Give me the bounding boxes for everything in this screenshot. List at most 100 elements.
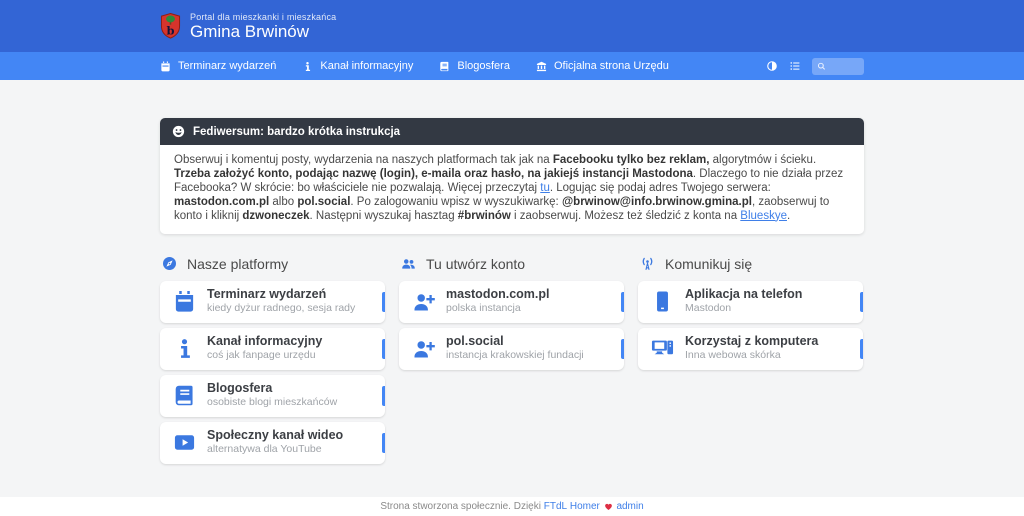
text: i zaobserwuj. Możesz też śledzić z konta… — [511, 210, 740, 222]
card-accent-bar — [382, 433, 385, 453]
card-list: Terminarz wydarzeń kiedy dyżur radnego, … — [160, 281, 385, 464]
main-content: Fediwersum: bardzo krótka instrukcja Obs… — [0, 80, 1024, 497]
column-header: Nasze platformy — [162, 256, 385, 272]
card-pol-social[interactable]: pol.social instancja krakowskiej fundacj… — [399, 328, 624, 370]
calendar-icon — [160, 61, 171, 72]
info-icon — [302, 61, 313, 72]
nav-link-label: Oficjalna strona Urzędu — [554, 60, 669, 72]
text: Obserwuj i komentuj posty, wydarzenia na… — [174, 154, 553, 166]
users-icon — [401, 256, 416, 271]
text: algorytmów i ścieku. — [709, 154, 816, 166]
card-title: Kanał informacyjny — [207, 334, 322, 349]
card-kanal-informacyjny[interactable]: Kanał informacyjny coś jak fanpage urzęd… — [160, 328, 385, 370]
card-title: Korzystaj z komputera — [685, 334, 818, 349]
heart-icon — [604, 502, 613, 511]
youtube-icon — [173, 431, 196, 454]
footer-text: Strona stworzona społecznie. Dzięki FTdL… — [380, 501, 643, 512]
text: . Logując się podaj adres Twojego serwer… — [550, 182, 771, 194]
message-header: Fediwersum: bardzo krótka instrukcja — [160, 118, 864, 145]
nav-link-label: Blogosfera — [457, 60, 510, 72]
card-title: Blogosfera — [207, 381, 337, 396]
card-accent-bar — [860, 339, 863, 359]
bold-text: pol.social — [297, 196, 350, 208]
desktop-icon — [651, 337, 674, 360]
nav-link-oficjalna-strona-urzedu[interactable]: Oficjalna strona Urzędu — [536, 60, 669, 72]
card-title: mastodon.com.pl — [446, 287, 549, 302]
column-title: Tu utwórz konto — [426, 256, 525, 272]
search-box[interactable] — [812, 58, 864, 75]
card-subtitle: osobiste blogi mieszkańców — [207, 396, 337, 409]
text: . Następni wyszukaj hasztag — [310, 210, 458, 222]
search-icon — [817, 62, 826, 71]
search-input[interactable] — [830, 61, 859, 72]
header-pretitle: Portal dla mieszkanki i mieszkańca — [190, 12, 336, 22]
card-accent-bar — [382, 292, 385, 312]
link-ftdl[interactable]: FTdL — [544, 501, 567, 512]
column-header: Tu utwórz konto — [401, 256, 624, 272]
column-title: Komunikuj się — [665, 256, 752, 272]
card-accent-bar — [382, 339, 385, 359]
card-accent-bar — [621, 292, 624, 312]
column-header: Komunikuj się — [640, 256, 863, 272]
card-spoleczny-kanal-wideo[interactable]: Społeczny kanał wideo alternatywa dla Yo… — [160, 422, 385, 464]
card-subtitle: kiedy dyżur radnego, sesja rady — [207, 302, 355, 315]
card-aplikacja-na-telefon[interactable]: Aplikacja na telefon Mastodon — [638, 281, 863, 323]
user-plus-icon — [412, 337, 435, 360]
card-subtitle: Mastodon — [685, 302, 802, 315]
card-title: Społeczny kanał wideo — [207, 428, 343, 443]
card-accent-bar — [860, 292, 863, 312]
column-tu-utworz-konto: Tu utwórz konto mastodon.com.pl polska i… — [399, 256, 624, 464]
text: albo — [269, 196, 297, 208]
text: Strona stworzona społecznie. Dzięki — [380, 501, 543, 512]
card-subtitle: instancja krakowskiej fundacji — [446, 349, 584, 362]
link-tu[interactable]: tu — [540, 182, 550, 194]
card-terminarz-wydarzen[interactable]: Terminarz wydarzeń kiedy dyżur radnego, … — [160, 281, 385, 323]
bold-text: mastodon.com.pl — [174, 196, 269, 208]
card-subtitle: polska instancja — [446, 302, 549, 315]
message-body: Obserwuj i komentuj posty, wydarzenia na… — [160, 145, 864, 234]
card-subtitle: alternatywa dla YouTube — [207, 443, 343, 456]
bold-text: #brwinów — [458, 210, 511, 222]
card-blogosfera[interactable]: Blogosfera osobiste blogi mieszkańców — [160, 375, 385, 417]
card-list: mastodon.com.pl polska instancja pol.soc… — [399, 281, 624, 370]
nav-link-kanal-informacyjny[interactable]: Kanał informacyjny — [302, 60, 413, 72]
card-subtitle: Inna webowa skórka — [685, 349, 818, 362]
service-columns: Nasze platformy Terminarz wydarzeń kiedy… — [160, 256, 864, 464]
navbar: Terminarz wydarzeń Kanał informacyjny Bl… — [0, 52, 1024, 80]
header-title-block: Portal dla mieszkanki i mieszkańca Gmina… — [190, 12, 336, 41]
brwinow-crest-logo: b — [160, 12, 181, 40]
nav-link-label: Terminarz wydarzeń — [178, 60, 276, 72]
message-panel: Fediwersum: bardzo krótka instrukcja Obs… — [160, 118, 864, 234]
book-icon — [173, 384, 196, 407]
bold-text: dzwoneczek — [242, 210, 309, 222]
column-nasze-platformy: Nasze platformy Terminarz wydarzeń kiedy… — [160, 256, 385, 464]
card-title: pol.social — [446, 334, 584, 349]
card-mastodon-com-pl[interactable]: mastodon.com.pl polska instancja — [399, 281, 624, 323]
card-subtitle: coś jak fanpage urzędu — [207, 349, 322, 362]
calendar-icon — [173, 290, 196, 313]
card-korzystaj-z-komputera[interactable]: Korzystaj z komputera Inna webowa skórka — [638, 328, 863, 370]
card-accent-bar — [621, 339, 624, 359]
card-title: Aplikacja na telefon — [685, 287, 802, 302]
nav-links: Terminarz wydarzeń Kanał informacyjny Bl… — [160, 52, 695, 80]
mobile-icon — [651, 290, 674, 313]
message-title: Fediwersum: bardzo krótka instrukcja — [193, 126, 400, 138]
column-komunikuj-sie: Komunikuj się Aplikacja na telefon Masto… — [638, 256, 863, 464]
card-list: Aplikacja na telefon Mastodon Korzystaj … — [638, 281, 863, 370]
nav-link-terminarz-wydarzen[interactable]: Terminarz wydarzeń — [160, 60, 276, 72]
bank-icon — [536, 61, 547, 72]
broadcast-tower-icon — [640, 256, 655, 271]
user-plus-icon — [412, 290, 435, 313]
bold-text: @brwinow@info.brwinow.gmina.pl — [562, 196, 752, 208]
link-admin[interactable]: admin — [616, 501, 643, 512]
nav-link-blogosfera[interactable]: Blogosfera — [439, 60, 510, 72]
nav-link-label: Kanał informacyjny — [320, 60, 413, 72]
info-icon — [173, 337, 196, 360]
text — [600, 501, 603, 512]
site-header: b Portal dla mieszkanki i mieszkańca Gmi… — [0, 0, 1024, 52]
layout-toggle[interactable] — [789, 60, 801, 72]
link-homer[interactable]: Homer — [570, 501, 600, 512]
dark-mode-toggle[interactable] — [766, 60, 778, 72]
link-blueskye[interactable]: Blueskye — [740, 210, 787, 222]
card-accent-bar — [382, 386, 385, 406]
